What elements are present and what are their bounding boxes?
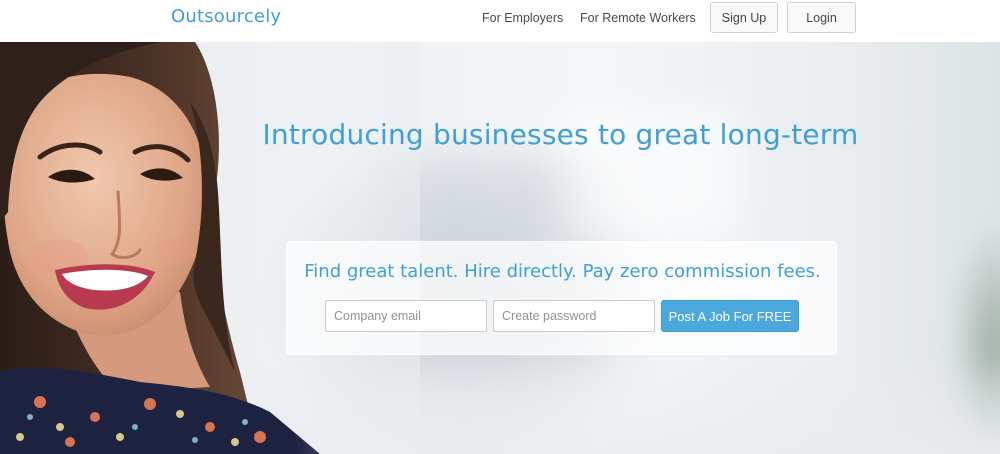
signup-card: Find great talent. Hire directly. Pay ze… — [286, 241, 837, 355]
create-password-input[interactable] — [493, 300, 655, 332]
company-email-input[interactable] — [325, 300, 487, 332]
hero-section: Introducing businesses to great long-ter… — [0, 42, 1000, 454]
hero-headline: Introducing businesses to great long-ter… — [262, 118, 859, 151]
signup-card-title: Find great talent. Hire directly. Pay ze… — [304, 261, 821, 282]
nav-for-employers-link[interactable]: For Employers — [482, 11, 563, 25]
top-navbar: Outsourcely For Employers For Remote Wor… — [0, 0, 1000, 42]
login-button[interactable]: Login — [787, 2, 856, 33]
page: Outsourcely For Employers For Remote Wor… — [0, 0, 1000, 454]
post-job-button[interactable]: Post A Job For FREE — [661, 300, 799, 332]
nav-for-remote-workers-link[interactable]: For Remote Workers — [580, 11, 696, 25]
logo[interactable]: Outsourcely — [171, 6, 281, 27]
sign-up-button[interactable]: Sign Up — [710, 2, 778, 33]
